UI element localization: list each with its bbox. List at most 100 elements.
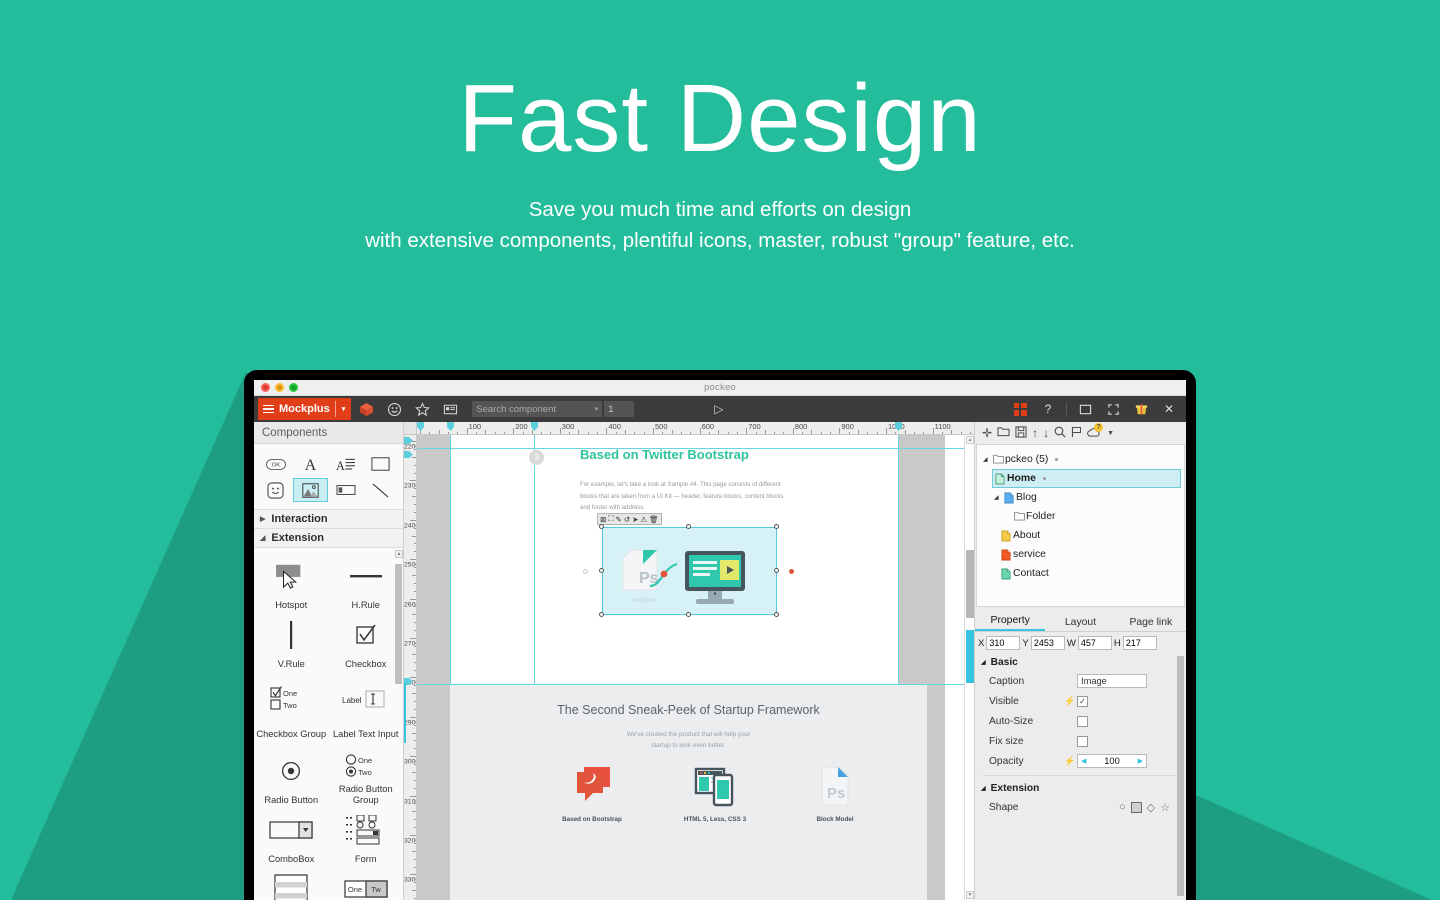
x-field[interactable]: [986, 636, 1020, 650]
resize-handle[interactable]: [686, 524, 691, 529]
chevron-down-icon[interactable]: ◢: [983, 456, 990, 463]
resize-handle[interactable]: [599, 612, 604, 617]
tree-row-project[interactable]: ◢ pckeo (5): [981, 450, 1184, 469]
tree-row-about[interactable]: About: [999, 526, 1184, 545]
property-scrollbar[interactable]: [1177, 656, 1184, 896]
section-basic[interactable]: ◢ Basic: [975, 654, 1186, 671]
flip-icon[interactable]: ➤: [631, 515, 639, 524]
scroll-down-icon[interactable]: ▼: [966, 891, 974, 899]
resize-handle[interactable]: [599, 568, 604, 573]
resize-handle[interactable]: [774, 524, 779, 529]
component-list[interactable]: List: [254, 865, 329, 900]
scroll-up-icon[interactable]: ▲: [966, 436, 974, 444]
search-input[interactable]: Search component: [476, 404, 556, 415]
caption-field[interactable]: Image: [1077, 674, 1147, 688]
preview-button[interactable]: ▷: [714, 402, 723, 416]
cloud-icon[interactable]: ?: [1087, 426, 1102, 441]
diamond-shape-icon[interactable]: ◇: [1147, 801, 1155, 814]
fix-size-checkbox[interactable]: [1077, 736, 1088, 747]
opacity-spinner[interactable]: ◀ 100 ▶: [1077, 754, 1147, 768]
tree-row-folder[interactable]: Folder: [1012, 507, 1184, 526]
image-icon[interactable]: [293, 478, 328, 502]
section-extension[interactable]: ◢ Extension: [975, 780, 1186, 797]
add-icon[interactable]: ✛: [982, 426, 992, 440]
component-label-text-input[interactable]: Label: [329, 670, 404, 729]
tree-row-home[interactable]: Home: [992, 469, 1181, 488]
grid-icon[interactable]: [1007, 398, 1033, 420]
decrement-icon[interactable]: ◀: [1081, 757, 1086, 765]
component-combobox[interactable]: ComboBox: [254, 806, 329, 865]
auto-size-checkbox[interactable]: [1077, 716, 1088, 727]
move-down-icon[interactable]: ↓: [1043, 426, 1049, 440]
app-menu-button[interactable]: Mockplus ▾: [258, 398, 351, 420]
link-anchor-left[interactable]: [583, 569, 588, 574]
canvas-vertical-scrollbar[interactable]: ▲ ▼: [964, 435, 974, 900]
link-anchor-right[interactable]: [789, 569, 794, 574]
lightning-icon[interactable]: ⚡: [1064, 696, 1077, 707]
tree-row-contact[interactable]: Contact: [999, 564, 1184, 583]
chevron-down-icon[interactable]: ▼: [1107, 430, 1114, 437]
chevron-down-icon[interactable]: ▾: [595, 405, 599, 413]
guide-marker[interactable]: [447, 422, 454, 431]
resize-handle[interactable]: [686, 612, 691, 617]
component-radio-button[interactable]: Radio Button: [254, 747, 329, 806]
y-field[interactable]: [1031, 636, 1065, 650]
crop-icon[interactable]: ⛶: [607, 514, 614, 524]
delete-icon[interactable]: 🗑: [648, 515, 660, 524]
component-button-bar[interactable]: OneTw Button Bar: [329, 865, 404, 900]
rotate-icon[interactable]: ↺: [623, 515, 631, 524]
paragraph-icon[interactable]: A: [328, 452, 363, 476]
design-stage[interactable]: 3 Based on Twitter Bootstrap For example…: [417, 435, 974, 900]
resize-handle[interactable]: [599, 524, 604, 529]
fullscreen-icon[interactable]: [1100, 398, 1126, 420]
text-icon[interactable]: A: [293, 452, 328, 476]
tree-row-blog[interactable]: ◢ Blog: [992, 488, 1184, 507]
component-radio-button-group[interactable]: One Two Radio Button Group: [329, 747, 404, 806]
card-icon[interactable]: [437, 398, 463, 420]
page-tree[interactable]: ◢ pckeo (5) Home ◢: [976, 444, 1185, 607]
save-icon[interactable]: [1015, 426, 1027, 441]
visible-checkbox[interactable]: ✓: [1077, 696, 1088, 707]
shape-options[interactable]: ○ ◇ ☆: [1119, 801, 1186, 814]
vertical-ruler[interactable]: 2200230024002500260027002800290030003100…: [404, 435, 417, 900]
component-h-rule[interactable]: H.Rule: [329, 552, 404, 611]
edit-icon[interactable]: ✎: [615, 515, 623, 524]
tree-row-service[interactable]: service: [999, 545, 1184, 564]
warn-icon[interactable]: ⚠: [639, 515, 648, 524]
component-checkbox[interactable]: Checkbox: [329, 611, 404, 670]
tab-property[interactable]: Property: [975, 615, 1045, 631]
smiley-icon[interactable]: [258, 478, 293, 502]
resize-handle[interactable]: [774, 612, 779, 617]
smiley-icon[interactable]: [381, 398, 407, 420]
star-shape-icon[interactable]: ☆: [1160, 801, 1170, 814]
gift-icon[interactable]: [1128, 398, 1154, 420]
cube-icon[interactable]: [353, 398, 379, 420]
increment-icon[interactable]: ▶: [1138, 757, 1143, 765]
image-edit-toolbar[interactable]: ⊠ ⛶ ✎ ↺ ➤ ⚠ 🗑: [597, 513, 662, 525]
help-icon[interactable]: ?: [1035, 398, 1061, 420]
close-icon[interactable]: ✕: [1156, 398, 1182, 420]
selected-image-element[interactable]: Ps: [602, 527, 777, 615]
section-interaction[interactable]: ▶ Interaction: [254, 510, 403, 529]
window-icon[interactable]: [1072, 398, 1098, 420]
lightning-icon[interactable]: ⚡: [1064, 756, 1077, 767]
flag-icon[interactable]: [1071, 426, 1082, 441]
star-icon[interactable]: [409, 398, 435, 420]
input-icon[interactable]: [328, 478, 363, 502]
chevron-down-icon[interactable]: ◢: [994, 494, 1001, 501]
horizontal-ruler[interactable]: 100200300400500600700800900100011001200: [417, 422, 974, 435]
component-hotspot[interactable]: Hotspot: [254, 552, 329, 611]
h-field[interactable]: [1123, 636, 1157, 650]
section-extension[interactable]: ◢ Extension: [254, 529, 403, 548]
component-form[interactable]: Form: [329, 806, 404, 865]
search-icon[interactable]: [1054, 426, 1066, 441]
folder-icon[interactable]: [997, 426, 1010, 440]
scroll-up-icon[interactable]: ▲: [395, 550, 403, 558]
component-checkbox-group[interactable]: One Two: [254, 670, 329, 729]
components-scrollbar[interactable]: ▲: [395, 550, 402, 900]
component-v-rule[interactable]: V.Rule: [254, 611, 329, 670]
chevron-down-icon[interactable]: ▾: [341, 405, 352, 413]
guide-marker[interactable]: [417, 422, 424, 431]
rectangle-icon[interactable]: [363, 452, 398, 476]
tab-page-link[interactable]: Page link: [1116, 617, 1186, 631]
